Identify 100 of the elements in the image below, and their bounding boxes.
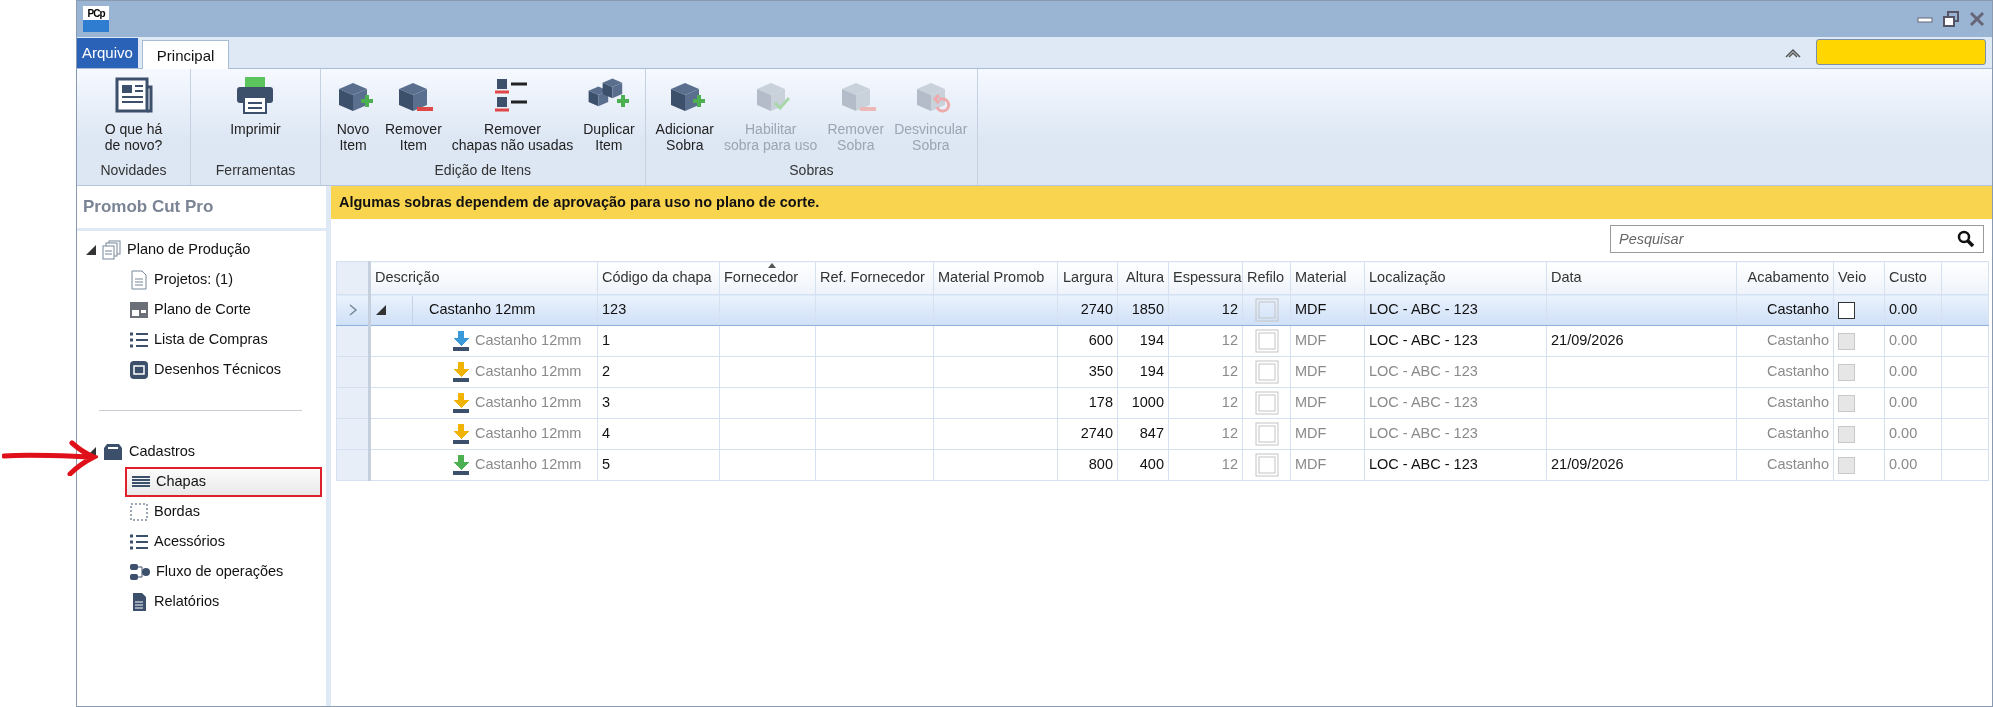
checkbox[interactable] [1838,301,1855,319]
column-header[interactable]: Refilo [1242,261,1291,295]
table-cell: 0.00 [1884,418,1942,450]
table-cell: LOC - ABC - 123 [1364,387,1547,419]
expand-icon[interactable] [85,243,97,256]
column-header[interactable]: Largura [1057,261,1118,295]
table-cell-text: Castanho 12mm [475,331,582,351]
table-cell: LOC - ABC - 123 [1364,449,1547,481]
collapse-icon[interactable] [1784,47,1802,60]
table-cell: MDF [1290,449,1365,481]
table-cell: 12 [1168,356,1243,388]
table-cell: Castanho [1736,387,1834,419]
ribbon-button[interactable]: O que há de novo? [100,73,167,160]
trim-icon [1254,360,1279,384]
table-cell: 21/09/2026 [1546,325,1737,357]
table-cell-text: Castanho 12mm [475,455,582,475]
table-cell: 4 [597,418,720,450]
table-cell: MDF [1290,356,1365,388]
dashed-square-icon [129,501,149,522]
table-cell: 123 [597,294,720,326]
table-cell: 350 [1057,356,1118,388]
table-cell: Castanho [1736,449,1834,481]
trim-icon [1254,298,1279,322]
table-cell: MDF [1290,387,1365,419]
tree-item[interactable]: Lista de Compras [125,324,326,355]
table-cell: 12 [1168,294,1243,326]
group-label: Edição de Itens [433,161,533,180]
column-header[interactable]: Data [1546,261,1737,295]
sort-icon[interactable] [767,263,776,268]
column-header[interactable]: Fornecedor [719,261,816,295]
table-cell: LOC - ABC - 123 [1364,356,1547,388]
restore-icon[interactable] [1942,10,1960,28]
tree-item[interactable]: Fluxo de operações [125,556,326,587]
tree-item[interactable]: Projetos: (1) [125,264,326,295]
table-cell: 12 [1168,418,1243,450]
table-cell: 0.00 [1884,356,1942,388]
table-cell: 3 [597,387,720,419]
table-cell: LOC - ABC - 123 [1364,325,1547,357]
table-cell: 1 [597,325,720,357]
table-cell-text: Castanho 12mm [475,393,582,413]
warning-banner: Algumas sobras dependem de aprovação para uso no plano de corte. [331,186,1992,219]
column-header[interactable]: Localização [1364,261,1547,295]
group-label: Sobras [788,161,835,180]
ribbon-button[interactable]: Novo Item [327,73,379,160]
close-icon[interactable] [1968,10,1986,28]
tree-item[interactable]: Plano de Corte [125,294,326,325]
table-cell: 21/09/2026 [1546,449,1737,481]
tree-item[interactable]: Bordas [125,496,326,527]
trim-icon [1254,453,1279,477]
table-cell: 5 [597,449,720,481]
search-field[interactable]: Pesquisar [1610,225,1984,253]
column-header[interactable]: Código da chapa [597,261,720,295]
ribbon-tab[interactable]: Principal [141,40,230,69]
current-row-icon [347,303,358,318]
ribbon-button[interactable]: Duplicar Item [579,73,639,160]
search-icon[interactable] [1957,230,1975,248]
column-header[interactable]: Custo [1884,261,1942,295]
panel-title: Promob Cut Pro [77,186,326,231]
ribbon-button[interactable]: Adicionar Sobra [651,73,718,160]
table-cell: 847 [1117,418,1169,450]
column-header[interactable]: Veio [1833,261,1885,295]
table-cell: Castanho [1736,418,1834,450]
trim-icon [1254,329,1279,353]
table-cell: 0.00 [1884,387,1942,419]
ribbon-button[interactable]: Remover chapas não usadas [447,73,578,160]
table-cell: 12 [1168,387,1243,419]
tree-item[interactable]: Relatórios [125,586,326,617]
tree-item[interactable]: Acessórios [125,526,326,557]
app-menu-tab[interactable]: Arquivo [77,38,138,68]
group-label: Novidades [99,161,168,180]
table-cell: 194 [1117,356,1169,388]
table-cell: 400 [1117,449,1169,481]
table-cell: 800 [1057,449,1118,481]
column-header[interactable]: Ref. Fornecedor [815,261,934,295]
table-cell: MDF [1290,418,1365,450]
group-label: Ferramentas [214,161,297,180]
trim-icon [1254,422,1279,446]
expand-icon[interactable] [375,304,387,316]
table-cell: MDF [1290,325,1365,357]
blueprint-icon [129,359,149,380]
tree-item[interactable]: Desenhos Técnicos [125,354,326,385]
column-header[interactable]: Material [1290,261,1365,295]
documents-icon [102,239,122,260]
tree-item[interactable]: Cadastros [129,440,196,463]
ribbon-button[interactable]: Remover Item [381,73,446,160]
table-cell: LOC - ABC - 123 [1364,418,1547,450]
cabinet-icon [102,441,124,462]
app-logo: PCp [83,6,109,32]
flow-icon [129,561,151,582]
table-cell-text: Castanho 12mm [475,424,582,444]
tree-item[interactable]: Plano de Produção [127,238,251,261]
column-header[interactable]: Acabamento [1736,261,1834,295]
column-header[interactable]: Altura [1117,261,1169,295]
tree-item[interactable]: Chapas [125,466,322,497]
table-cell: 12 [1168,325,1243,357]
ribbon-button[interactable]: Imprimir [226,73,285,160]
column-header[interactable]: Descrição [369,261,598,295]
column-header[interactable]: Espessura [1168,261,1243,295]
trim-icon [1254,391,1279,415]
column-header[interactable]: Material Promob [933,261,1058,295]
